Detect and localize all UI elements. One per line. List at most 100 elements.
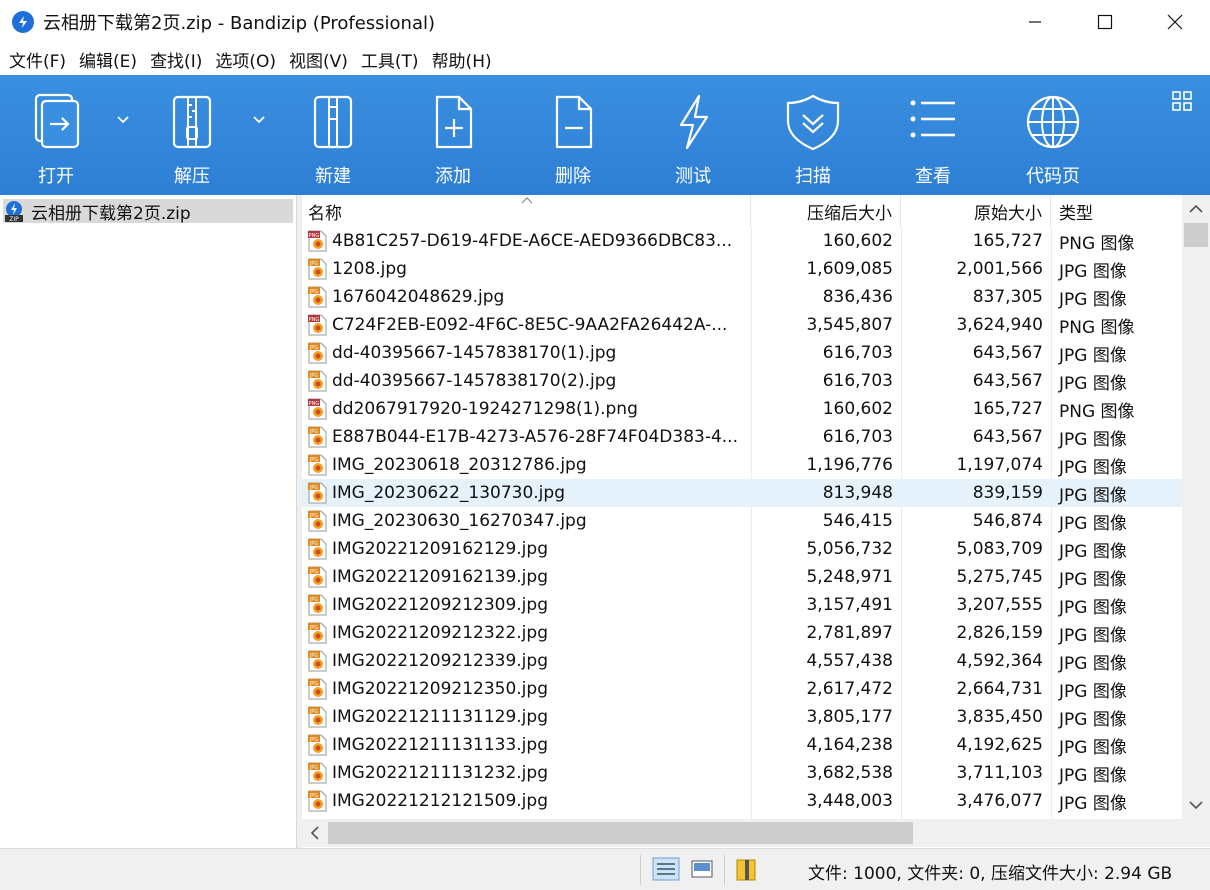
table-row[interactable]: JPG IMG20221209212339.jpg 4,557,438 4,592,3… [302, 647, 1182, 675]
minimize-button[interactable] [1000, 0, 1070, 44]
close-button[interactable] [1140, 0, 1210, 44]
file-name-cell: JPG E887B044-E17B-4273-A576-28F74F04D383-… [302, 426, 751, 448]
add-file-icon [435, 95, 473, 149]
tree-item-archive[interactable]: ZIP 云相册下载第2页.zip [3, 199, 293, 224]
jpg-file-icon: JPG [308, 258, 327, 280]
preview-pane-icon[interactable] [690, 857, 714, 881]
table-row[interactable]: JPG IMG_20230622_130730.jpg 813,948 839,159… [302, 479, 1182, 507]
file-type: JPG 图像 [1059, 289, 1127, 310]
title-bar: 云相册下载第2页.zip - Bandizip (Professional) [0, 0, 1210, 44]
layout-grid-icon[interactable] [1172, 91, 1192, 111]
menu-find[interactable]: 查找(I) [145, 47, 207, 72]
archive-info-icon[interactable] [734, 857, 760, 883]
table-row[interactable]: JPG IMG_20230618_20312786.jpg 1,196,776 1,1… [302, 451, 1182, 479]
column-header-name[interactable]: 名称 [302, 195, 751, 227]
file-type: JPG 图像 [1059, 793, 1127, 814]
column-header-original[interactable]: 原始大小 [901, 195, 1051, 227]
file-name-cell: JPG IMG20221209162139.jpg [302, 566, 751, 588]
add-button[interactable]: 添加 [417, 75, 489, 195]
test-button[interactable]: 测试 [657, 75, 729, 195]
table-row[interactable]: JPG IMG_20230630_16270347.jpg 546,415 546,8… [302, 507, 1182, 535]
lightning-icon [679, 94, 709, 150]
table-row[interactable]: JPG IMG20221209212350.jpg 2,617,472 2,664,7… [302, 675, 1182, 703]
table-row[interactable]: PNG dd2067917920-1924271298(1).png 160,602… [302, 395, 1182, 423]
menu-file[interactable]: 文件(F) [4, 47, 71, 72]
delete-button[interactable]: 删除 [537, 75, 609, 195]
jpg-file-icon: JPG [308, 286, 327, 308]
open-button[interactable]: 打开 [20, 75, 92, 195]
open-dropdown-chevron-icon[interactable] [116, 115, 130, 125]
tree-item-label: 云相册下载第2页.zip [31, 203, 191, 224]
file-type: JPG 图像 [1059, 429, 1127, 450]
extract-dropdown-chevron-icon[interactable] [252, 115, 266, 125]
svg-text:JPG: JPG [309, 541, 318, 547]
table-row[interactable]: JPG IMG20221211131232.jpg 3,682,538 3,711,1… [302, 759, 1182, 787]
menu-options[interactable]: 选项(O) [210, 47, 281, 72]
new-label: 新建 [315, 166, 351, 187]
compressed-size: 3,448,003 [806, 791, 893, 811]
file-name: IMG_20230618_20312786.jpg [332, 455, 587, 475]
file-type: JPG 图像 [1059, 597, 1127, 618]
svg-text:JPG: JPG [309, 569, 318, 575]
scroll-left-icon[interactable] [310, 826, 319, 840]
file-name: IMG20221211131232.jpg [332, 763, 548, 783]
scroll-down-icon[interactable] [1189, 801, 1203, 810]
table-row[interactable]: JPG dd-40395667-1457838170(2).jpg 616,703 6… [302, 367, 1182, 395]
table-row[interactable]: JPG IMG20221209162139.jpg 5,248,971 5,275,7… [302, 563, 1182, 591]
table-row[interactable]: JPG E887B044-E17B-4273-A576-28F74F04D383-… [302, 423, 1182, 451]
menu-tools[interactable]: 工具(T) [356, 47, 424, 72]
scroll-up-icon[interactable] [1189, 204, 1203, 213]
compressed-size: 5,248,971 [806, 567, 893, 587]
vertical-scroll-thumb[interactable] [1184, 223, 1208, 247]
file-type: PNG 图像 [1059, 317, 1135, 338]
file-name-cell: JPG dd-40395667-1457838170(1).jpg [302, 342, 751, 364]
horizontal-scroll-thumb[interactable] [328, 822, 913, 844]
list-view-icon [910, 100, 955, 138]
extract-button[interactable]: 解压 [156, 75, 228, 195]
table-row[interactable]: JPG dd-40395667-1457838170(1).jpg 616,703 6… [302, 339, 1182, 367]
view-button[interactable]: 查看 [897, 75, 969, 195]
jpg-file-icon: JPG [308, 482, 327, 504]
table-row[interactable]: JPG IMG20221209212309.jpg 3,157,491 3,207,5… [302, 591, 1182, 619]
scrollbar-corner [1182, 819, 1210, 847]
horizontal-scrollbar[interactable] [302, 819, 1182, 847]
scan-label: 扫描 [795, 166, 831, 187]
compressed-size: 2,617,472 [806, 679, 893, 699]
file-name: IMG_20230630_16270347.jpg [332, 511, 587, 531]
table-row[interactable]: JPG IMG20221211131129.jpg 3,805,177 3,835,4… [302, 703, 1182, 731]
table-row[interactable]: JPG IMG20221209212322.jpg 2,781,897 2,826,1… [302, 619, 1182, 647]
original-size: 3,711,103 [956, 763, 1043, 783]
details-view-icon[interactable] [652, 857, 680, 881]
table-row[interactable]: JPG IMG20221212121509.jpg 3,448,003 3,476,0… [302, 787, 1182, 815]
file-type: JPG 图像 [1059, 681, 1127, 702]
table-row[interactable]: PNG C724F2EB-E092-4F6C-8E5C-9AA2FA26442A-… [302, 311, 1182, 339]
svg-text:PNG: PNG [309, 233, 320, 239]
table-row[interactable]: PNG 4B81C257-D619-4FDE-A6CE-AED9366DBC83.… [302, 227, 1182, 255]
table-row[interactable]: JPG IMG20221209162129.jpg 5,056,732 5,083,7… [302, 535, 1182, 563]
compressed-size: 5,056,732 [806, 539, 893, 559]
table-row[interactable]: JPG 1208.jpg 1,609,085 2,001,566 JPG 图像 [302, 255, 1182, 283]
compressed-size: 3,805,177 [806, 707, 893, 727]
original-size: 643,567 [972, 427, 1043, 447]
maximize-button[interactable] [1070, 0, 1140, 44]
file-name-cell: JPG IMG20221209162129.jpg [302, 538, 751, 560]
delete-file-icon [555, 95, 593, 149]
original-size: 2,664,731 [956, 679, 1043, 699]
sort-ascending-icon [521, 197, 533, 204]
menu-edit[interactable]: 编辑(E) [74, 47, 142, 72]
svg-text:JPG: JPG [309, 513, 318, 519]
menu-help[interactable]: 帮助(H) [427, 47, 497, 72]
column-header-type[interactable]: 类型 [1051, 195, 1182, 227]
file-type: JPG 图像 [1059, 737, 1127, 758]
file-name-cell: JPG IMG_20230630_16270347.jpg [302, 510, 751, 532]
svg-text:JPG: JPG [309, 373, 318, 379]
menu-view[interactable]: 视图(V) [284, 47, 353, 72]
column-header-compressed[interactable]: 压缩后大小 [751, 195, 901, 227]
table-row[interactable]: JPG IMG20221211131133.jpg 4,164,238 4,192,6… [302, 731, 1182, 759]
test-label: 测试 [675, 166, 711, 187]
codepage-button[interactable]: 代码页 [1017, 75, 1089, 195]
table-row[interactable]: JPG 1676042048629.jpg 836,436 837,305 JPG 图像 [302, 283, 1182, 311]
vertical-scrollbar[interactable] [1182, 195, 1210, 819]
new-button[interactable]: 新建 [297, 75, 369, 195]
scan-button[interactable]: 扫描 [777, 75, 849, 195]
